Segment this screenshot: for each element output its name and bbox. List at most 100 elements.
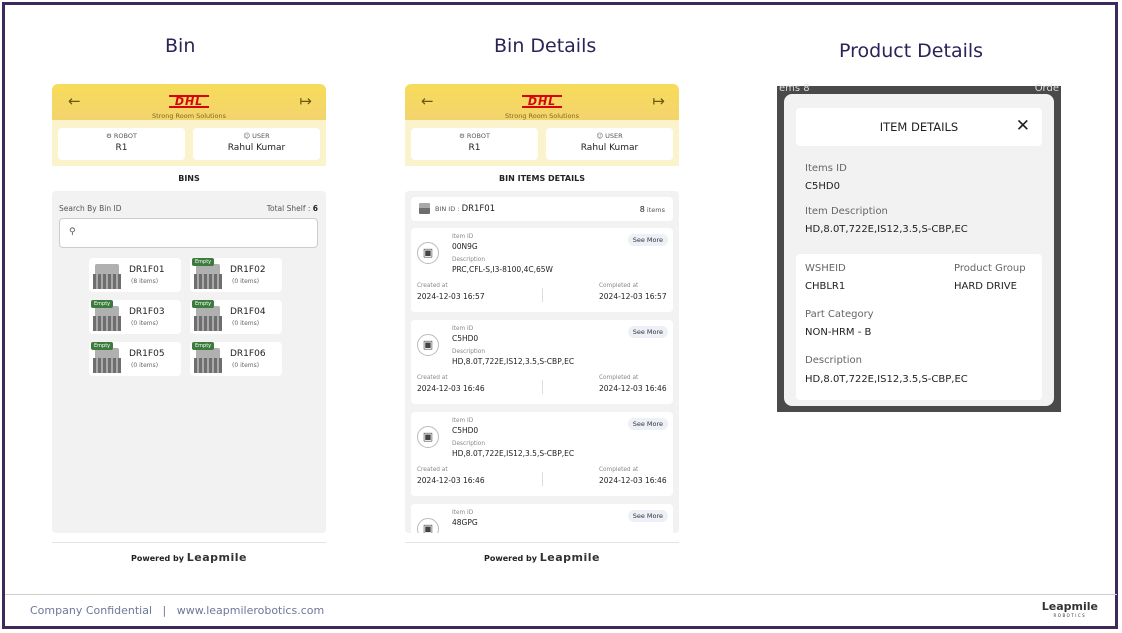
app-header: ← DHL Strong Room Solutions ↦	[52, 84, 326, 120]
app-header: ← DHL Strong Room Solutions ↦	[405, 84, 679, 120]
bin-card-dr1f03[interactable]: Empty DR1F03 (0 items)	[89, 300, 181, 334]
item-id: C5HD0	[452, 334, 479, 343]
empty-badge: Empty	[91, 300, 114, 308]
created-at: 2024-12-03 16:46	[417, 476, 485, 485]
bin-icon	[419, 203, 430, 214]
bin-image	[93, 262, 121, 289]
back-arrow-icon[interactable]: ←	[421, 92, 434, 110]
search-input[interactable]: ⚲	[59, 218, 318, 248]
bin-card-dr1f04[interactable]: Empty DR1F04 (0 items)	[190, 300, 282, 334]
footer-divider	[5, 594, 1117, 595]
bin-image: Empty	[91, 342, 121, 373]
item-description: HD,8.0T,722E,IS12,3.5,S-CBP,EC	[452, 449, 575, 458]
bin-id: BIN ID : DR1F01	[435, 204, 496, 214]
back-arrow-icon[interactable]: ←	[68, 92, 81, 110]
user-card: ☺ USER Rahul Kumar	[546, 128, 673, 160]
bin-card-dr1f05[interactable]: Empty DR1F05 (0 items)	[89, 342, 181, 376]
logout-icon[interactable]: ↦	[652, 92, 665, 110]
user-value: Rahul Kumar	[227, 143, 286, 153]
robot-value: R1	[468, 143, 481, 153]
bin-name: DR1F05	[129, 349, 165, 359]
item-description-label: Item Description	[805, 206, 888, 217]
empty-badge: Empty	[192, 258, 215, 266]
search-icon: ⚲	[69, 227, 76, 237]
leapmile-logo: Leapmile	[539, 551, 601, 564]
item-count: 8 items	[639, 205, 665, 214]
description-label: Description	[452, 257, 486, 263]
part-category-label: Part Category	[805, 309, 874, 320]
bin-count: (0 items)	[131, 320, 159, 327]
logout-icon[interactable]: ↦	[299, 92, 312, 110]
bin-name: DR1F06	[230, 349, 266, 359]
item-card: ▣ Item ID 48GPG Description See More	[411, 504, 673, 533]
item-id: 48GPG	[452, 518, 478, 527]
items-id-value: C5HD0	[805, 181, 840, 192]
completed-label: Completed at	[599, 375, 639, 381]
user-icon: ☺	[243, 132, 251, 140]
wsheid-label: WSHEID	[805, 263, 846, 274]
background-text-left: ems 8	[779, 83, 810, 94]
bin-card-dr1f01[interactable]: DR1F01 (8 items)	[89, 258, 181, 292]
bin-name: DR1F03	[129, 307, 165, 317]
bins-panel: Search By Bin ID Total Shelf : 6 ⚲ DR1F0…	[52, 191, 326, 533]
bin-items-heading: BIN ITEMS DETAILS	[499, 174, 585, 183]
box-icon: ▣	[417, 518, 439, 533]
empty-badge: Empty	[91, 342, 114, 350]
item-card: ▣ Item ID C5HD0 Description HD,8.0T,722E…	[411, 412, 673, 496]
description-label: Description	[452, 349, 486, 355]
bins-heading: BINS	[178, 174, 200, 183]
product-group-value: HARD DRIVE	[954, 281, 1017, 292]
robot-icon: ⚙	[459, 132, 465, 140]
empty-badge: Empty	[192, 300, 215, 308]
close-icon[interactable]: ✕	[1016, 116, 1030, 136]
description-label: Description	[805, 355, 862, 366]
see-more-button[interactable]: See More	[627, 418, 668, 430]
info-strip: ⚙ ROBOT R1 ☺ USER Rahul Kumar	[405, 120, 679, 166]
background-text-right: Orde	[1034, 83, 1059, 94]
footer-text: Company Confidential | www.leapmilerobot…	[30, 604, 325, 617]
item-description: HD,8.0T,722E,IS12,3.5,S-CBP,EC	[452, 357, 575, 366]
created-at: 2024-12-03 16:46	[417, 384, 485, 393]
box-icon: ▣	[417, 334, 439, 356]
bin-screen: ← DHL Strong Room Solutions ↦ ⚙ ROBOT R1…	[52, 84, 326, 574]
completed-at: 2024-12-03 16:57	[599, 292, 667, 301]
product-details-section-title: Product Details	[839, 40, 984, 62]
bin-image: Empty	[192, 342, 222, 373]
bin-image: Empty	[192, 258, 222, 289]
see-more-button[interactable]: See More	[627, 234, 668, 246]
item-description: PRC,CFL-S,I3-8100,4C,65W	[452, 265, 553, 274]
box-icon: ▣	[417, 242, 439, 264]
bin-image: Empty	[192, 300, 222, 331]
powered-by: Powered by Leapmile	[405, 542, 679, 564]
created-label: Created at	[417, 283, 448, 289]
dhl-logo: DHL Strong Room Solutions	[152, 95, 226, 120]
created-label: Created at	[417, 375, 448, 381]
modal-header: ITEM DETAILS ✕	[796, 108, 1042, 146]
bin-id-row: BIN ID : DR1F01 8 items	[411, 197, 673, 221]
robot-value: R1	[115, 143, 128, 153]
bin-name: DR1F04	[230, 307, 266, 317]
see-more-button[interactable]: See More	[627, 326, 668, 338]
bin-count: (0 items)	[232, 320, 260, 327]
robot-icon: ⚙	[106, 132, 112, 140]
dhl-logo: DHL Strong Room Solutions	[505, 95, 579, 120]
leapmile-logo: Leapmile	[186, 551, 248, 564]
powered-by: Powered by Leapmile	[52, 542, 326, 564]
robot-label: ROBOT	[113, 132, 137, 140]
product-group-label: Product Group	[954, 263, 1026, 274]
user-card: ☺ USER Rahul Kumar	[193, 128, 320, 160]
search-label: Search By Bin ID	[59, 204, 122, 213]
leapmile-logo: Leapmile ROBOTICS	[1041, 600, 1098, 618]
item-card: ▣ Item ID C5HD0 Description HD,8.0T,722E…	[411, 320, 673, 404]
user-icon: ☺	[596, 132, 604, 140]
bin-items-panel: BIN ID : DR1F01 8 items ▣ Item ID 00N9G …	[405, 191, 679, 533]
user-label: USER	[605, 132, 623, 140]
item-id-label: Item ID	[452, 326, 474, 332]
user-value: Rahul Kumar	[580, 143, 639, 153]
part-category-value: NON-HRM - B	[805, 327, 872, 338]
item-description-value: HD,8.0T,722E,IS12,3.5,S-CBP,EC	[805, 224, 968, 235]
box-icon: ▣	[417, 426, 439, 448]
bin-card-dr1f02[interactable]: Empty DR1F02 (0 items)	[190, 258, 282, 292]
bin-card-dr1f06[interactable]: Empty DR1F06 (0 items)	[190, 342, 282, 376]
see-more-button[interactable]: See More	[627, 510, 668, 522]
